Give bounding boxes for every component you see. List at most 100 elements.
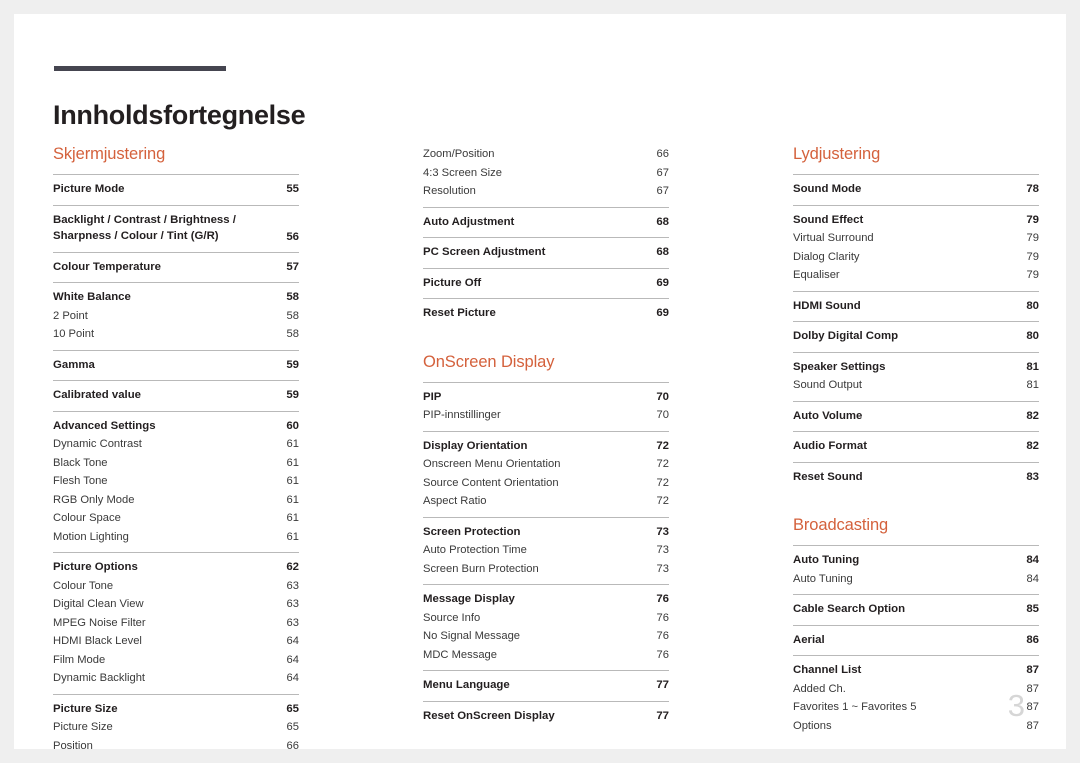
toc-group: Auto Tuning 84 Auto Tuning 84 <box>793 545 1039 594</box>
toc-entry[interactable]: Source Content Orientation 72 <box>423 474 669 493</box>
toc-entry[interactable]: RGB Only Mode 61 <box>53 491 299 510</box>
toc-entry-page-number: 63 <box>286 616 299 629</box>
toc-entry[interactable]: Message Display 76 <box>423 590 669 609</box>
toc-entry[interactable]: HDMI Black Level 64 <box>53 632 299 651</box>
toc-entry-page-number: 68 <box>656 246 669 258</box>
toc-entry-label: Film Mode <box>53 653 106 666</box>
toc-entry[interactable]: Dynamic Backlight 64 <box>53 669 299 688</box>
toc-entry[interactable]: PIP 70 <box>423 388 669 407</box>
toc-entry[interactable]: Speaker Settings 81 <box>793 358 1039 377</box>
toc-group: Picture Size 65 Picture Size 65 Position 66 <box>53 693 299 756</box>
toc-entry[interactable]: Options 87 <box>793 717 1039 736</box>
toc-entry[interactable]: Colour Tone 63 <box>53 577 299 596</box>
toc-entry[interactable]: Motion Lighting 61 <box>53 528 299 547</box>
toc-entry-page-number: 58 <box>286 291 299 303</box>
toc-group: Screen Protection 73 Auto Protection Time 7… <box>423 516 669 585</box>
toc-entry-label: Position <box>53 739 93 752</box>
page-number: 3 <box>1007 688 1025 723</box>
toc-entry[interactable]: Auto Volume 82 <box>793 407 1039 426</box>
toc-entry-label: Cable Search Option <box>793 603 906 615</box>
toc-entry-page-number: 69 <box>656 307 669 319</box>
toc-group: HDMI Sound 80 <box>793 290 1039 322</box>
toc-group: Auto Adjustment 68 <box>423 206 669 238</box>
toc-entry[interactable]: Cable Search Option 85 <box>793 600 1039 619</box>
toc-entry[interactable]: HDMI Sound 80 <box>793 297 1039 316</box>
toc-entry-label: Source Info <box>423 611 481 624</box>
toc-entry-page-number: 69 <box>656 276 669 289</box>
toc-entry[interactable]: 4:3 Screen Size 67 <box>423 164 669 183</box>
toc-entry-label: Dynamic Contrast <box>53 438 142 450</box>
toc-entry-page-number: 64 <box>286 653 299 666</box>
toc-entry[interactable]: Picture Options 62 <box>53 558 299 577</box>
toc-group: Menu Language 77 <box>423 670 669 701</box>
toc-entry[interactable]: Display Orientation 72 <box>423 437 669 456</box>
toc-entry-page-number: 85 <box>1026 603 1039 615</box>
toc-entry-label: Auto Tuning <box>793 572 853 585</box>
toc-entry-label: Colour Tone <box>53 579 114 592</box>
toc-entry-page-number: 68 <box>656 215 669 228</box>
toc-entry[interactable]: Dolby Digital Comp 80 <box>793 327 1039 346</box>
toc-entry[interactable]: Added Ch. 87 <box>793 680 1039 699</box>
toc-entry[interactable]: Calibrated value 59 <box>53 386 299 405</box>
toc-entry[interactable]: Aspect Ratio 72 <box>423 492 669 511</box>
toc-entry[interactable]: Gamma 59 <box>53 356 299 375</box>
toc-entry[interactable]: Screen Protection 73 <box>423 523 669 542</box>
toc-entry[interactable]: 2 Point 58 <box>53 307 299 326</box>
toc-entry[interactable]: Colour Space 61 <box>53 509 299 528</box>
toc-entry-page-number: 87 <box>1026 701 1039 713</box>
toc-entry[interactable]: No Signal Message 76 <box>423 627 669 646</box>
toc-section: Lydjustering Sound Mode 78 Sound Effect 79 Vi… <box>793 145 1039 486</box>
toc-entry[interactable]: White Balance 58 <box>53 288 299 307</box>
toc-entry-label: RGB Only Mode <box>53 493 135 506</box>
toc-entry[interactable]: Digital Clean View 63 <box>53 595 299 614</box>
toc-entry[interactable]: PIP-innstillinger 70 <box>423 406 669 425</box>
toc-entry[interactable]: Channel List 87 <box>793 661 1039 680</box>
toc-entry[interactable]: Reset OnScreen Display 77 <box>423 707 669 726</box>
toc-entry[interactable]: Black Tone 61 <box>53 454 299 473</box>
toc-entry[interactable]: Auto Protection Time 73 <box>423 541 669 560</box>
toc-entry[interactable]: Menu Language 77 <box>423 676 669 695</box>
toc-entry-label: Zoom/Position <box>423 148 495 160</box>
toc-entry[interactable]: Picture Off 69 <box>423 274 669 293</box>
toc-entry[interactable]: Reset Picture 69 <box>423 304 669 323</box>
toc-entry[interactable]: Picture Size 65 <box>53 700 299 719</box>
toc-entry-page-number: 61 <box>286 512 299 524</box>
toc-entry[interactable]: Equaliser 79 <box>793 266 1039 285</box>
toc-entry[interactable]: MDC Message 76 <box>423 646 669 665</box>
toc-entry[interactable]: MPEG Noise Filter 63 <box>53 614 299 633</box>
toc-entry[interactable]: Favorites 1 ~ Favorites 5 87 <box>793 698 1039 717</box>
toc-entry[interactable]: Position 66 <box>53 737 299 756</box>
toc-entry-label: Screen Protection <box>423 525 521 538</box>
toc-entry[interactable]: Aerial 86 <box>793 631 1039 650</box>
toc-entry[interactable]: Screen Burn Protection 73 <box>423 560 669 579</box>
toc-entry[interactable]: Auto Adjustment 68 <box>423 213 669 232</box>
toc-entry[interactable]: Onscreen Menu Orientation 72 <box>423 455 669 474</box>
toc-entry[interactable]: Audio Format 82 <box>793 437 1039 456</box>
toc-entry-page-number: 70 <box>656 390 669 403</box>
toc-entry[interactable]: Zoom/Position 66 <box>423 145 669 164</box>
toc-entry[interactable]: Reset Sound 83 <box>793 468 1039 487</box>
toc-entry[interactable]: Virtual Surround 79 <box>793 229 1039 248</box>
toc-entry[interactable]: Flesh Tone 61 <box>53 472 299 491</box>
toc-entry-page-number: 56 <box>286 231 299 243</box>
toc-entry[interactable]: Advanced Settings 60 <box>53 417 299 436</box>
toc-entry[interactable]: Sound Mode 78 <box>793 180 1039 199</box>
toc-entry[interactable]: Backlight / Contrast / Brightness / Shar… <box>53 211 299 246</box>
toc-entry[interactable]: Sound Effect 79 <box>793 211 1039 230</box>
toc-entry[interactable]: Source Info 76 <box>423 609 669 628</box>
toc-entry[interactable]: Sound Output 81 <box>793 376 1039 395</box>
toc-entry[interactable]: Picture Size 65 <box>53 718 299 737</box>
toc-entry[interactable]: Picture Mode 55 <box>53 180 299 199</box>
toc-entry-label: White Balance <box>53 291 131 303</box>
toc-entry[interactable]: Auto Tuning 84 <box>793 551 1039 570</box>
toc-entry-page-number: 65 <box>286 721 299 733</box>
toc-entry[interactable]: Auto Tuning 84 <box>793 570 1039 589</box>
toc-entry[interactable]: Dialog Clarity 79 <box>793 248 1039 267</box>
toc-entry[interactable]: 10 Point 58 <box>53 325 299 344</box>
toc-entry[interactable]: Film Mode 64 <box>53 651 299 670</box>
toc-entry[interactable]: Resolution 67 <box>423 182 669 201</box>
toc-entry[interactable]: Dynamic Contrast 61 <box>53 435 299 454</box>
toc-entry[interactable]: PC Screen Adjustment 68 <box>423 243 669 262</box>
toc-entry-label: Advanced Settings <box>53 419 156 432</box>
toc-entry[interactable]: Colour Temperature 57 <box>53 258 299 277</box>
